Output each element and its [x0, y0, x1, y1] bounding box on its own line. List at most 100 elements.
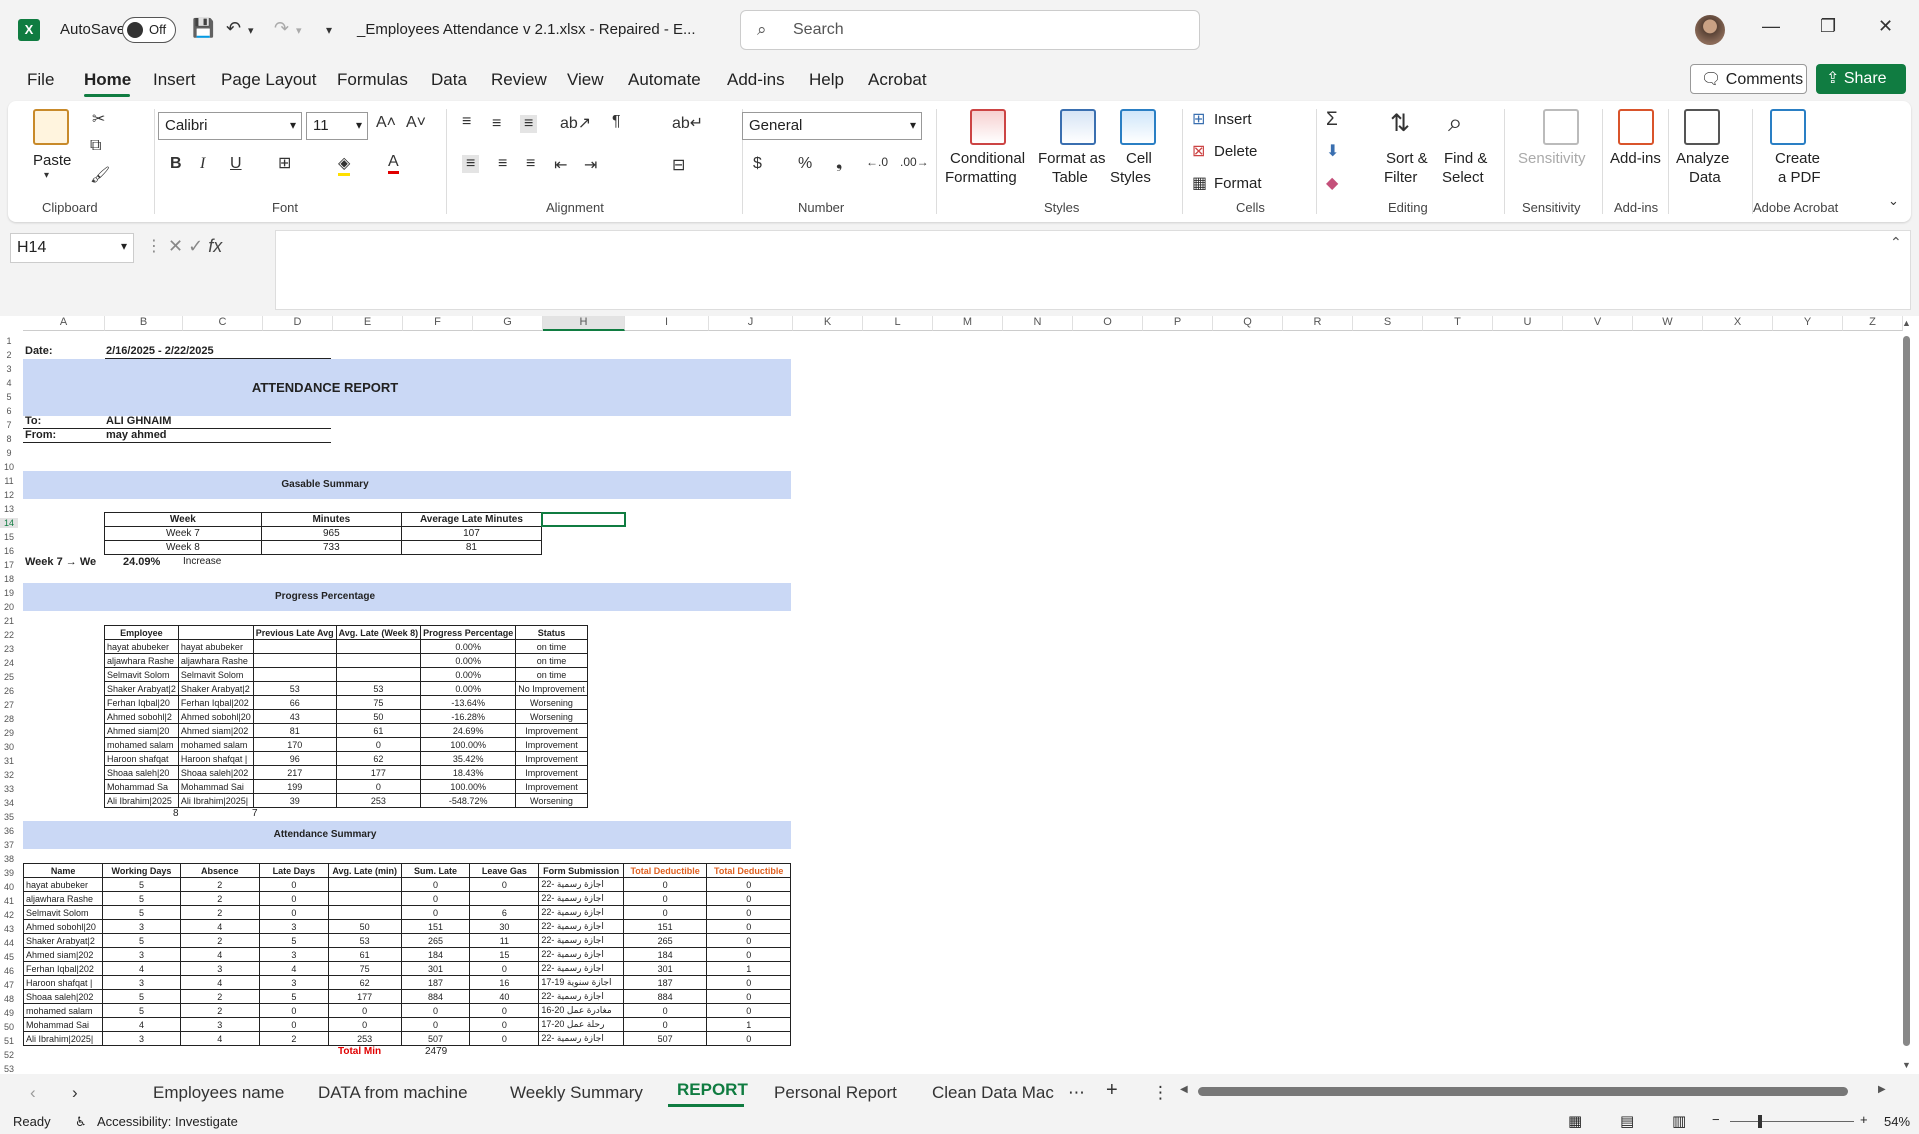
format-cells-icon[interactable]: ▦	[1192, 173, 1207, 193]
column-header[interactable]: T	[1423, 316, 1493, 331]
row-header[interactable]: 1	[0, 336, 18, 346]
column-header[interactable]: K	[793, 316, 863, 331]
table-cell[interactable]: on time	[515, 653, 588, 668]
percent-icon[interactable]: %	[798, 155, 812, 173]
sort-filter-icon[interactable]: ⇅	[1390, 109, 1410, 138]
table-cell[interactable]: Improvement	[515, 751, 588, 766]
cell-styles-label-2[interactable]: Styles	[1110, 169, 1151, 186]
table-cell[interactable]: 0	[706, 975, 791, 990]
table-cell[interactable]: mohamed salam	[104, 737, 179, 752]
table-cell[interactable]: 0.00%	[420, 681, 517, 696]
table-cell[interactable]: 4	[179, 919, 260, 934]
table-cell[interactable]: 61	[327, 947, 402, 962]
table-cell[interactable]: 16-20 مغادرة عمل	[538, 1003, 624, 1018]
table-cell[interactable]: 2	[179, 877, 260, 892]
create-pdf-icon[interactable]	[1770, 109, 1806, 145]
row-header[interactable]: 36	[0, 826, 18, 836]
underline-icon[interactable]: U	[230, 155, 242, 173]
table-cell[interactable]: 2	[179, 891, 260, 906]
align-center-icon[interactable]: ≡	[498, 155, 507, 173]
number-format-select[interactable]: General ▾	[742, 112, 922, 140]
table-cell[interactable]: Shoaa saleh|20	[104, 765, 179, 780]
sheet-options-icon[interactable]: ⋮	[1152, 1083, 1169, 1103]
menu-help[interactable]: Help	[809, 70, 844, 90]
collapse-ribbon-icon[interactable]: ⌄	[1888, 193, 1899, 209]
table-cell[interactable]: 177	[327, 989, 402, 1004]
table-cell[interactable]: 253	[335, 793, 422, 808]
row-header[interactable]: 6	[0, 406, 18, 416]
table-cell[interactable]: 3	[258, 947, 329, 962]
analyze-data-label-2[interactable]: Data	[1689, 169, 1721, 186]
column-header[interactable]: I	[625, 316, 709, 331]
column-header[interactable]: Z	[1843, 316, 1903, 331]
row-header[interactable]: 27	[0, 700, 18, 710]
table-header-cell[interactable]: Total Deductible	[622, 863, 708, 878]
table-cell[interactable]: 5	[102, 1003, 181, 1018]
delete-cells-button[interactable]: Delete	[1214, 143, 1257, 160]
table-cell[interactable]: 2	[179, 1003, 260, 1018]
more-options-icon[interactable]: ⋮	[146, 236, 162, 256]
column-header[interactable]: G	[473, 316, 543, 331]
row-header[interactable]: 16	[0, 546, 18, 556]
fx-icon[interactable]: fx	[208, 236, 222, 256]
column-header[interactable]: H	[543, 316, 625, 331]
table-cell[interactable]: 62	[327, 975, 402, 990]
table-cell[interactable]: Ali Ibrahim|2025|	[22, 1031, 104, 1046]
table-cell[interactable]: 53	[327, 933, 402, 948]
row-header[interactable]: 9	[0, 448, 18, 458]
table-cell[interactable]: 3	[258, 975, 329, 990]
save-icon[interactable]: 💾	[192, 18, 214, 39]
table-header-cell[interactable]: Previous Late Avg	[252, 625, 337, 640]
row-header[interactable]: 38	[0, 854, 18, 864]
delete-cells-icon[interactable]: ⊠	[1192, 141, 1205, 161]
comma-icon[interactable]: ❟	[836, 155, 842, 173]
table-cell[interactable]: 0	[706, 919, 791, 934]
row-header[interactable]: 50	[0, 1022, 18, 1032]
column-header[interactable]: E	[333, 316, 403, 331]
row-header[interactable]: 47	[0, 980, 18, 990]
table-cell[interactable]: 151	[400, 919, 471, 934]
align-left-icon[interactable]: ≡	[462, 155, 480, 173]
table-cell[interactable]: Shoaa saleh|202	[22, 989, 104, 1004]
menu-add-ins[interactable]: Add-ins	[727, 70, 785, 90]
column-header[interactable]: F	[403, 316, 473, 331]
decrease-indent-icon[interactable]: ⇤	[554, 155, 567, 175]
zoom-in-icon[interactable]: +	[1860, 1112, 1868, 1127]
table-cell[interactable]: Selmavit Solom	[177, 667, 254, 682]
table-cell[interactable]: 0	[335, 779, 422, 794]
table-cell[interactable]: 6	[469, 905, 540, 920]
row-header[interactable]: 34	[0, 798, 18, 808]
fill-icon[interactable]: ⬇	[1326, 141, 1339, 161]
row-header[interactable]: 5	[0, 392, 18, 402]
row-header[interactable]: 42	[0, 910, 18, 920]
table-cell[interactable]: 50	[327, 919, 402, 934]
table-cell[interactable]: 22- اجازة رسمية	[538, 877, 624, 892]
table-cell[interactable]: 75	[327, 961, 402, 976]
font-size-select[interactable]: 11 ▾	[306, 112, 368, 140]
autosum-icon[interactable]: Σ	[1326, 109, 1338, 131]
table-cell[interactable]: 62	[335, 751, 422, 766]
next-sheet-icon[interactable]: ›	[72, 1083, 78, 1103]
analyze-data-icon[interactable]	[1684, 109, 1720, 145]
row-header[interactable]: 52	[0, 1050, 18, 1060]
menu-file[interactable]: File	[27, 70, 54, 90]
row-header[interactable]: 53	[0, 1064, 18, 1074]
cut-icon[interactable]: ✂	[92, 109, 105, 129]
font-name-select[interactable]: Calibri ▾	[158, 112, 302, 140]
table-cell[interactable]: 0	[706, 933, 791, 948]
sensitivity-button[interactable]: Sensitivity	[1518, 150, 1586, 167]
table-cell[interactable]: 0.00%	[420, 667, 517, 682]
row-header[interactable]: 39	[0, 868, 18, 878]
font-color-icon[interactable]: A	[388, 153, 399, 174]
horizontal-scroll-thumb[interactable]	[1198, 1087, 1848, 1096]
create-pdf-label-1[interactable]: Create	[1775, 150, 1820, 167]
table-cell[interactable]: 5	[258, 933, 329, 948]
table-cell[interactable]: 100.00%	[420, 779, 517, 794]
customize-toolbar-icon[interactable]: ▾	[326, 23, 332, 37]
table-cell[interactable]: Shaker Arabyat|2	[177, 681, 254, 696]
copy-icon[interactable]: ⧉	[90, 137, 101, 155]
table-cell[interactable]: Mohammad Sai	[177, 779, 254, 794]
row-header[interactable]: 14	[0, 518, 18, 528]
table-cell[interactable]: -16.28%	[420, 709, 517, 724]
insert-cells-icon[interactable]: ⊞	[1192, 109, 1205, 129]
